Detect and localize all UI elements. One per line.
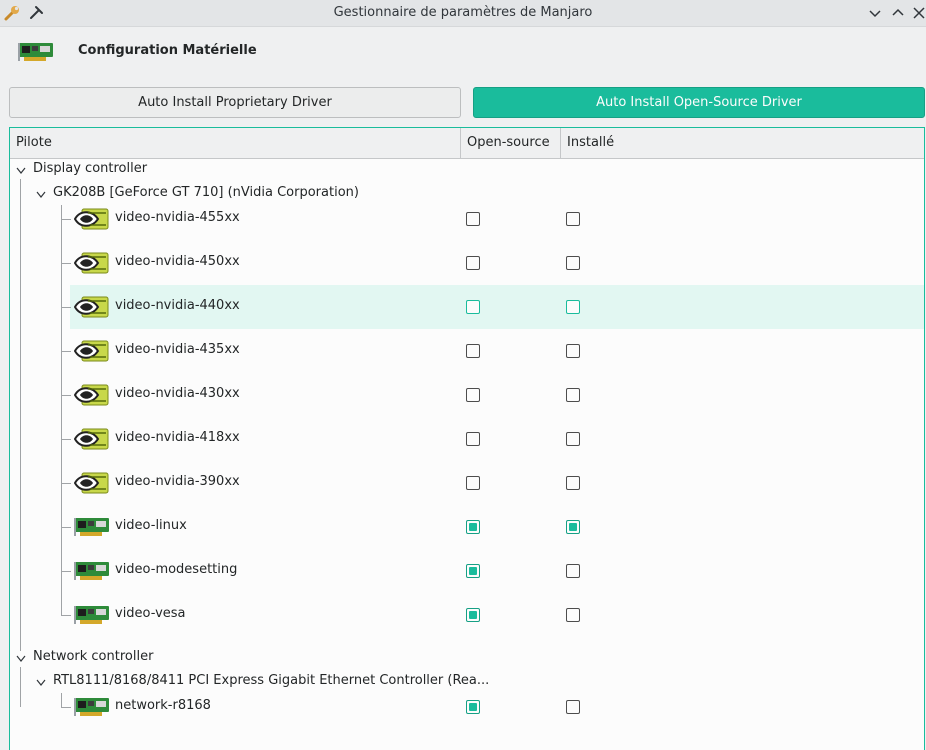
driver-name: video-nvidia-435xx xyxy=(115,342,240,357)
group-label: Network controller xyxy=(33,649,154,664)
nvidia-icon xyxy=(74,340,109,362)
table-row[interactable] xyxy=(70,593,924,637)
nvidia-icon xyxy=(74,296,109,318)
tree-guide-line xyxy=(20,667,21,707)
nvidia-icon xyxy=(74,208,109,230)
tree-branch-line xyxy=(61,707,71,708)
open-source-checkbox[interactable] xyxy=(466,212,480,226)
table-row[interactable] xyxy=(70,505,924,549)
driver-name: video-vesa xyxy=(115,606,186,621)
tree-branch-line xyxy=(61,351,71,352)
group-label: Display controller xyxy=(33,161,148,176)
installed-checkbox[interactable] xyxy=(566,388,580,402)
hardware-card-icon xyxy=(74,698,109,716)
chevron-down-icon[interactable] xyxy=(36,679,46,687)
tree-guide-line xyxy=(61,205,62,615)
open-source-checkbox[interactable] xyxy=(466,300,480,314)
installed-checkbox[interactable] xyxy=(566,212,580,226)
maximize-icon[interactable] xyxy=(889,4,907,22)
installed-checkbox[interactable] xyxy=(566,432,580,446)
hardware-card-icon xyxy=(74,518,109,536)
auto-install-proprietary-button[interactable]: Auto Install Proprietary Driver xyxy=(9,87,461,118)
driver-name: video-nvidia-430xx xyxy=(115,386,240,401)
driver-name: video-linux xyxy=(115,518,187,533)
open-source-checkbox[interactable] xyxy=(466,564,480,578)
column-open-source[interactable]: Open-source xyxy=(460,128,560,158)
hardware-card-icon xyxy=(74,562,109,580)
hardware-card-icon xyxy=(74,606,109,624)
driver-name: video-nvidia-450xx xyxy=(115,254,240,269)
installed-checkbox[interactable] xyxy=(566,564,580,578)
open-source-checkbox[interactable] xyxy=(466,388,480,402)
driver-tree[interactable]: Pilote Open-source Installé Display cont… xyxy=(9,127,925,750)
driver-name: video-nvidia-455xx xyxy=(115,210,240,225)
column-installe[interactable]: Installé xyxy=(560,128,924,158)
window-title: Gestionnaire de paramètres de Manjaro xyxy=(333,5,593,20)
open-source-checkbox[interactable] xyxy=(466,256,480,270)
tree-guide-line xyxy=(61,693,62,707)
chevron-down-icon[interactable] xyxy=(36,191,46,199)
driver-name: video-modesetting xyxy=(115,562,238,577)
nvidia-icon xyxy=(74,252,109,274)
driver-name: video-nvidia-390xx xyxy=(115,474,240,489)
open-source-checkbox[interactable] xyxy=(466,432,480,446)
auto-install-open-source-button[interactable]: Auto Install Open-Source Driver xyxy=(473,87,925,118)
driver-name: network-r8168 xyxy=(115,698,211,713)
minimize-icon[interactable] xyxy=(866,4,884,22)
open-source-checkbox[interactable] xyxy=(466,700,480,714)
chevron-down-icon[interactable] xyxy=(16,655,26,663)
driver-name: video-nvidia-418xx xyxy=(115,430,240,445)
installed-checkbox[interactable] xyxy=(566,476,580,490)
page-title: Configuration Matérielle xyxy=(78,43,257,58)
tree-branch-line xyxy=(61,263,71,264)
tree-branch-line xyxy=(61,395,71,396)
tree-branch-line xyxy=(61,527,71,528)
tree-branch-line xyxy=(61,483,71,484)
column-pilote[interactable]: Pilote xyxy=(10,128,460,158)
nvidia-icon xyxy=(74,428,109,450)
tree-header: Pilote Open-source Installé xyxy=(10,128,924,159)
close-icon[interactable] xyxy=(910,4,926,22)
installed-checkbox[interactable] xyxy=(566,700,580,714)
installed-checkbox[interactable] xyxy=(566,344,580,358)
installed-checkbox[interactable] xyxy=(566,256,580,270)
open-source-checkbox[interactable] xyxy=(466,608,480,622)
open-source-checkbox[interactable] xyxy=(466,476,480,490)
tree-branch-line xyxy=(61,219,71,220)
installed-checkbox[interactable] xyxy=(566,300,580,314)
open-source-checkbox[interactable] xyxy=(466,344,480,358)
chevron-down-icon[interactable] xyxy=(16,167,26,175)
network-card-icon xyxy=(18,43,53,61)
driver-name: video-nvidia-440xx xyxy=(115,298,240,313)
tree-branch-line xyxy=(61,307,71,308)
tree-branch-line xyxy=(61,439,71,440)
open-source-checkbox[interactable] xyxy=(466,520,480,534)
nvidia-icon xyxy=(74,384,109,406)
tree-branch-line xyxy=(61,615,71,616)
tree-guide-line xyxy=(20,179,21,651)
nvidia-icon xyxy=(74,472,109,494)
tree-branch-line xyxy=(61,571,71,572)
installed-checkbox[interactable] xyxy=(566,520,580,534)
title-bar: Gestionnaire de paramètres de Manjaro xyxy=(0,0,926,27)
installed-checkbox[interactable] xyxy=(566,608,580,622)
